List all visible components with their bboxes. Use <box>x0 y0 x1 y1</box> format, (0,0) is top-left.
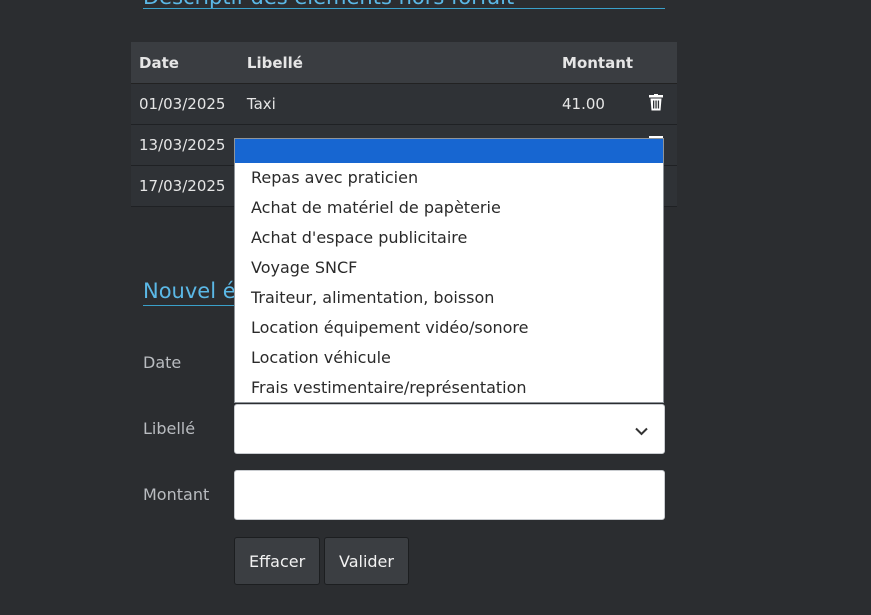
dropdown-option[interactable]: Location véhicule <box>235 343 663 373</box>
montant-input[interactable] <box>234 470 665 520</box>
trash-icon[interactable] <box>649 93 664 115</box>
libelle-dropdown-list: Repas avec praticien Achat de matériel d… <box>234 138 664 403</box>
section-title-descriptif: Descriptif des éléments hors forfait <box>143 0 665 9</box>
submit-button[interactable]: Valider <box>324 537 409 585</box>
date-label: Date <box>143 353 182 372</box>
row-date: 01/03/2025 <box>131 83 239 125</box>
dropdown-option-highlighted[interactable] <box>235 139 663 163</box>
column-header-actions <box>641 42 677 84</box>
row-label: Taxi <box>238 83 555 125</box>
row-amount: 41.00 <box>554 83 642 125</box>
table-header-row: Date Libellé Montant <box>131 42 677 84</box>
dropdown-option[interactable]: Voyage SNCF <box>235 253 663 283</box>
dropdown-option[interactable]: Repas avec praticien <box>235 163 663 193</box>
dropdown-option[interactable]: Frais vestimentaire/représentation <box>235 373 663 402</box>
table-row: 01/03/2025 Taxi 41.00 <box>131 83 677 125</box>
dropdown-option[interactable]: Traiteur, alimentation, boisson <box>235 283 663 313</box>
libelle-label: Libellé <box>143 419 196 438</box>
chevron-down-icon <box>635 421 648 440</box>
dropdown-option[interactable]: Location équipement vidéo/sonore <box>235 313 663 343</box>
column-header-amount: Montant <box>554 42 642 84</box>
section-title-new-item: Nouvel élément hors forfait <box>143 278 243 306</box>
column-header-date: Date <box>131 42 239 84</box>
dropdown-option[interactable]: Achat d'espace publicitaire <box>235 223 663 253</box>
row-date: 13/03/2025 <box>131 124 239 166</box>
montant-label: Montant <box>143 485 210 504</box>
libelle-select[interactable] <box>234 404 665 454</box>
clear-button[interactable]: Effacer <box>234 537 321 585</box>
dropdown-option[interactable]: Achat de matériel de papèterie <box>235 193 663 223</box>
row-date: 17/03/2025 <box>131 165 239 207</box>
column-header-label: Libellé <box>238 42 555 84</box>
